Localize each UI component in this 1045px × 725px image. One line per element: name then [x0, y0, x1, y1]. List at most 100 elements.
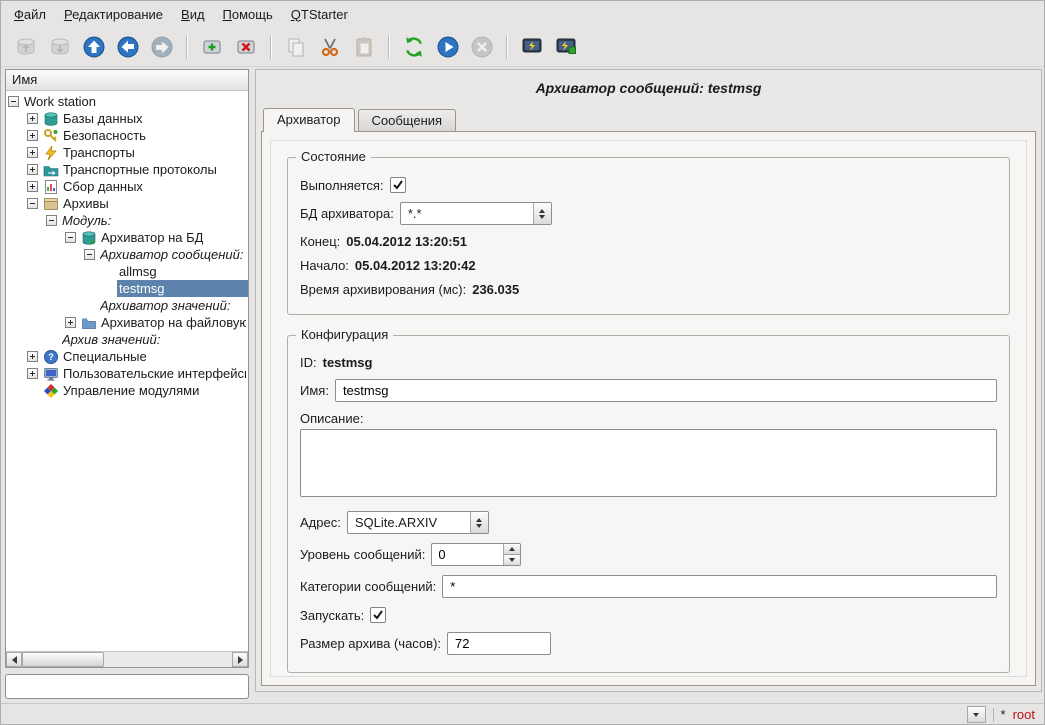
spin-up-icon[interactable]: [504, 544, 520, 554]
address-combobox[interactable]: SQLite.ARXIV: [347, 511, 489, 534]
tree-item-value-archiver-category[interactable]: Архиватор значений:: [6, 297, 248, 314]
stop-button[interactable]: [467, 32, 497, 62]
name-label: Имя:: [300, 383, 329, 398]
tree-item-value-archive-category[interactable]: Архив значений:: [6, 331, 248, 348]
toolbar-separator: [506, 35, 508, 59]
description-textarea[interactable]: [300, 429, 997, 497]
expand-icon[interactable]: [27, 368, 38, 379]
tree-filter-input[interactable]: [5, 674, 249, 699]
archive-size-input[interactable]: [447, 632, 551, 655]
paste-button[interactable]: [349, 32, 379, 62]
message-categories-label: Категории сообщений:: [300, 579, 436, 594]
scroll-left-button[interactable]: [6, 652, 22, 667]
archives-icon: [43, 196, 59, 212]
tree-item-db-archiver[interactable]: Архиватор на БД: [6, 229, 248, 246]
tree-item-transport-protocols[interactable]: Транспортные протоколы: [6, 161, 248, 178]
tree-item-archives[interactable]: Архивы: [6, 195, 248, 212]
add-button[interactable]: [197, 32, 227, 62]
up-button[interactable]: [79, 32, 109, 62]
tree-horizontal-scrollbar[interactable]: [6, 651, 248, 667]
tree-item-label: Архиватор на файловую систему: [101, 315, 246, 330]
tree-item-user-interfaces[interactable]: Пользовательские интерфейсы: [6, 365, 248, 382]
application-window: { "menu": { "items": ["Файл", "Редактиро…: [0, 0, 1045, 725]
combo-arrows-icon[interactable]: [470, 512, 488, 533]
archiver-db-combobox[interactable]: *.*: [400, 202, 552, 225]
load-button[interactable]: [11, 32, 41, 62]
start-button[interactable]: [433, 32, 463, 62]
tree-item-work-station[interactable]: Work station: [6, 93, 248, 110]
tree-item-message-archiver-category[interactable]: Архиватор сообщений:: [6, 246, 248, 263]
navigation-tree: Имя Work station Базы данных Безопасност…: [5, 69, 249, 668]
end-value: 05.04.2012 13:20:51: [346, 234, 467, 249]
forward-button[interactable]: [147, 32, 177, 62]
collapse-icon[interactable]: [8, 96, 19, 107]
message-level-label: Уровень сообщений:: [300, 547, 425, 562]
tree-item-label: Архиватор сообщений:: [100, 247, 243, 262]
delete-button[interactable]: [231, 32, 261, 62]
expand-icon[interactable]: [27, 351, 38, 362]
vca-runtime-button[interactable]: [517, 32, 547, 62]
collapse-icon[interactable]: [84, 249, 95, 260]
tree-item-data-acquisition[interactable]: Сбор данных: [6, 178, 248, 195]
message-categories-input[interactable]: [442, 575, 997, 598]
tree-column-header[interactable]: Имя: [6, 70, 248, 91]
spin-down-icon[interactable]: [504, 554, 520, 565]
scrollbar-track[interactable]: [22, 652, 232, 667]
tree-item-databases[interactable]: Базы данных: [6, 110, 248, 127]
id-label: ID:: [300, 355, 317, 370]
menu-edit[interactable]: Редактирование: [55, 3, 172, 26]
running-checkbox[interactable]: [390, 177, 406, 193]
expand-icon[interactable]: [65, 317, 76, 328]
message-level-input[interactable]: [432, 544, 503, 565]
menu-file[interactable]: Файл: [5, 3, 55, 26]
collapse-icon[interactable]: [65, 232, 76, 243]
to-start-checkbox[interactable]: [370, 607, 386, 623]
expand-icon[interactable]: [27, 113, 38, 124]
message-level-spinbox[interactable]: [431, 543, 521, 566]
tree-item-fs-archiver[interactable]: Архиватор на файловую систему: [6, 314, 248, 331]
combo-arrows-icon[interactable]: [533, 203, 551, 224]
collapse-icon[interactable]: [46, 215, 57, 226]
scroll-right-button[interactable]: [232, 652, 248, 667]
tree-item-module-category[interactable]: Модуль:: [6, 212, 248, 229]
tab-messages[interactable]: Сообщения: [358, 109, 457, 131]
tree-item-label: Управление модулями: [63, 383, 199, 398]
status-dropdown-button[interactable]: [967, 706, 986, 723]
menu-bar: Файл Редактирование Вид Помощь QTStarter: [1, 1, 1044, 27]
current-user[interactable]: root: [1013, 707, 1035, 722]
copy-button[interactable]: [281, 32, 311, 62]
tree-item-transports[interactable]: Транспорты: [6, 144, 248, 161]
tree-item-module-management[interactable]: Управление модулями: [6, 382, 248, 399]
tree-item-label: Архиватор на БД: [101, 230, 203, 245]
menu-help[interactable]: Помощь: [214, 3, 282, 26]
menu-qtstarter[interactable]: QTStarter: [282, 3, 357, 26]
tree-item-security[interactable]: Безопасность: [6, 127, 248, 144]
tab-archiver[interactable]: Архиватор: [263, 108, 355, 132]
scrollbar-thumb[interactable]: [22, 652, 104, 667]
back-button[interactable]: [113, 32, 143, 62]
vca-development-button[interactable]: [551, 32, 581, 62]
expand-icon[interactable]: [27, 164, 38, 175]
expand-icon[interactable]: [27, 147, 38, 158]
collapse-icon[interactable]: [27, 198, 38, 209]
expand-icon[interactable]: [27, 181, 38, 192]
module-management-icon: [43, 383, 59, 399]
protocols-icon: [43, 162, 59, 178]
user-interfaces-icon: [43, 366, 59, 382]
modified-indicator: *: [1001, 707, 1006, 722]
name-input[interactable]: [335, 379, 997, 402]
tree-item-testmsg[interactable]: testmsg: [6, 280, 248, 297]
running-label: Выполняется:: [300, 178, 384, 193]
tree-item-label: Архив значений:: [62, 332, 160, 347]
tree-item-allmsg[interactable]: allmsg: [6, 263, 248, 280]
cut-button[interactable]: [315, 32, 345, 62]
tab-bar: Архиватор Сообщения: [263, 108, 1041, 131]
refresh-button[interactable]: [399, 32, 429, 62]
save-button[interactable]: [45, 32, 75, 62]
expand-icon[interactable]: [27, 130, 38, 141]
archive-size-label: Размер архива (часов):: [300, 636, 441, 651]
tree-item-label: Модуль:: [62, 213, 111, 228]
menu-view[interactable]: Вид: [172, 3, 214, 26]
tree-item-special[interactable]: ? Специальные: [6, 348, 248, 365]
databases-icon: [43, 111, 59, 127]
